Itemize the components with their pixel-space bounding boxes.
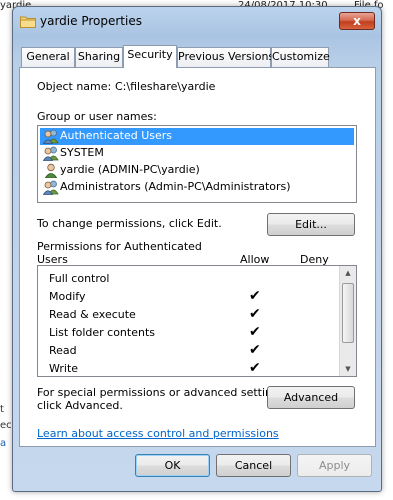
close-icon: x [353, 14, 361, 28]
background-fragment: a [0, 438, 7, 449]
tab-previous-versions[interactable]: Previous Versions [177, 47, 274, 67]
allow-check-icon: ✔ [249, 324, 261, 340]
permission-row: Read ✔ [49, 342, 339, 360]
user-row-system[interactable]: SYSTEM [40, 145, 354, 162]
user-icon [44, 163, 58, 178]
object-name-label: Object name: [37, 80, 112, 93]
user-label: Administrators (Admin-PC\Administrators) [60, 180, 291, 193]
permission-name: Write [49, 362, 79, 375]
cancel-button[interactable]: Cancel [216, 454, 291, 477]
allow-check-icon: ✔ [249, 288, 261, 304]
user-label: yardie (ADMIN-PC\yardie) [60, 163, 200, 176]
users-group-icon [43, 129, 59, 144]
folder-icon [20, 16, 36, 28]
permission-row: List folder contents ✔ [49, 324, 339, 342]
apply-button[interactable]: Apply [297, 454, 372, 477]
properties-dialog: yardie Properties x General Sharing Secu… [12, 6, 382, 492]
permission-name: Read [49, 344, 77, 357]
permission-row: Write ✔ [49, 360, 339, 376]
special-permissions-text-2: click Advanced. [37, 399, 123, 412]
user-row-administrators[interactable]: Administrators (Admin-PC\Administrators) [40, 179, 354, 196]
tab-security[interactable]: Security [123, 45, 177, 68]
tab-sharing[interactable]: Sharing [75, 47, 123, 67]
scroll-down-arrow-icon[interactable]: ▼ [340, 362, 356, 376]
scroll-up-arrow-icon[interactable]: ▲ [340, 266, 356, 280]
permission-row: Modify ✔ [49, 288, 339, 306]
user-label: Authenticated Users [60, 129, 173, 142]
window-title: yardie Properties [40, 14, 142, 28]
ok-button[interactable]: OK [135, 454, 210, 477]
background-fragment: t [0, 404, 4, 415]
allow-check-icon: ✔ [249, 360, 261, 376]
close-button[interactable]: x [339, 12, 375, 30]
users-group-icon [43, 180, 59, 195]
special-permissions-text: For special permissions or advanced sett… [37, 386, 289, 399]
allow-check-icon: ✔ [249, 342, 261, 358]
permissions-list[interactable]: Full control Modify ✔ Read & execute ✔ L… [37, 265, 357, 377]
allow-check-icon: ✔ [249, 306, 261, 322]
change-permissions-text: To change permissions, click Edit. [37, 217, 222, 230]
tab-general[interactable]: General [21, 47, 75, 67]
advanced-button[interactable]: Advanced [267, 386, 355, 409]
permissions-scrollbar[interactable]: ▲ ▼ [339, 266, 356, 376]
title-bar[interactable]: yardie Properties x [13, 7, 381, 35]
permission-row: Full control [49, 270, 339, 288]
scroll-thumb[interactable] [342, 283, 354, 343]
object-name-value: C:\fileshare\yardie [115, 80, 216, 93]
permission-row: Read & execute ✔ [49, 306, 339, 324]
permissions-heading: Permissions for Authenticated [37, 240, 202, 253]
tab-customize[interactable]: Customize [271, 47, 330, 67]
user-row-yardie[interactable]: yardie (ADMIN-PC\yardie) [40, 162, 354, 179]
users-group-icon [43, 146, 59, 161]
group-user-list[interactable]: Authenticated Users SYSTEM yardie (ADMIN… [37, 125, 357, 203]
edit-button[interactable]: Edit... [267, 213, 355, 236]
permission-name: Read & execute [49, 308, 136, 321]
user-label: SYSTEM [60, 146, 104, 159]
permission-name: List folder contents [49, 326, 155, 339]
permission-name: Full control [49, 272, 110, 285]
group-names-label: Group or user names: [37, 110, 157, 123]
user-row-authenticated-users[interactable]: Authenticated Users [40, 128, 354, 145]
permission-name: Modify [49, 290, 86, 303]
learn-more-link[interactable]: Learn about access control and permissio… [37, 427, 279, 440]
security-panel: Object name: C:\fileshare\yardie Group o… [19, 67, 376, 447]
background-fragment: ec [0, 420, 12, 431]
